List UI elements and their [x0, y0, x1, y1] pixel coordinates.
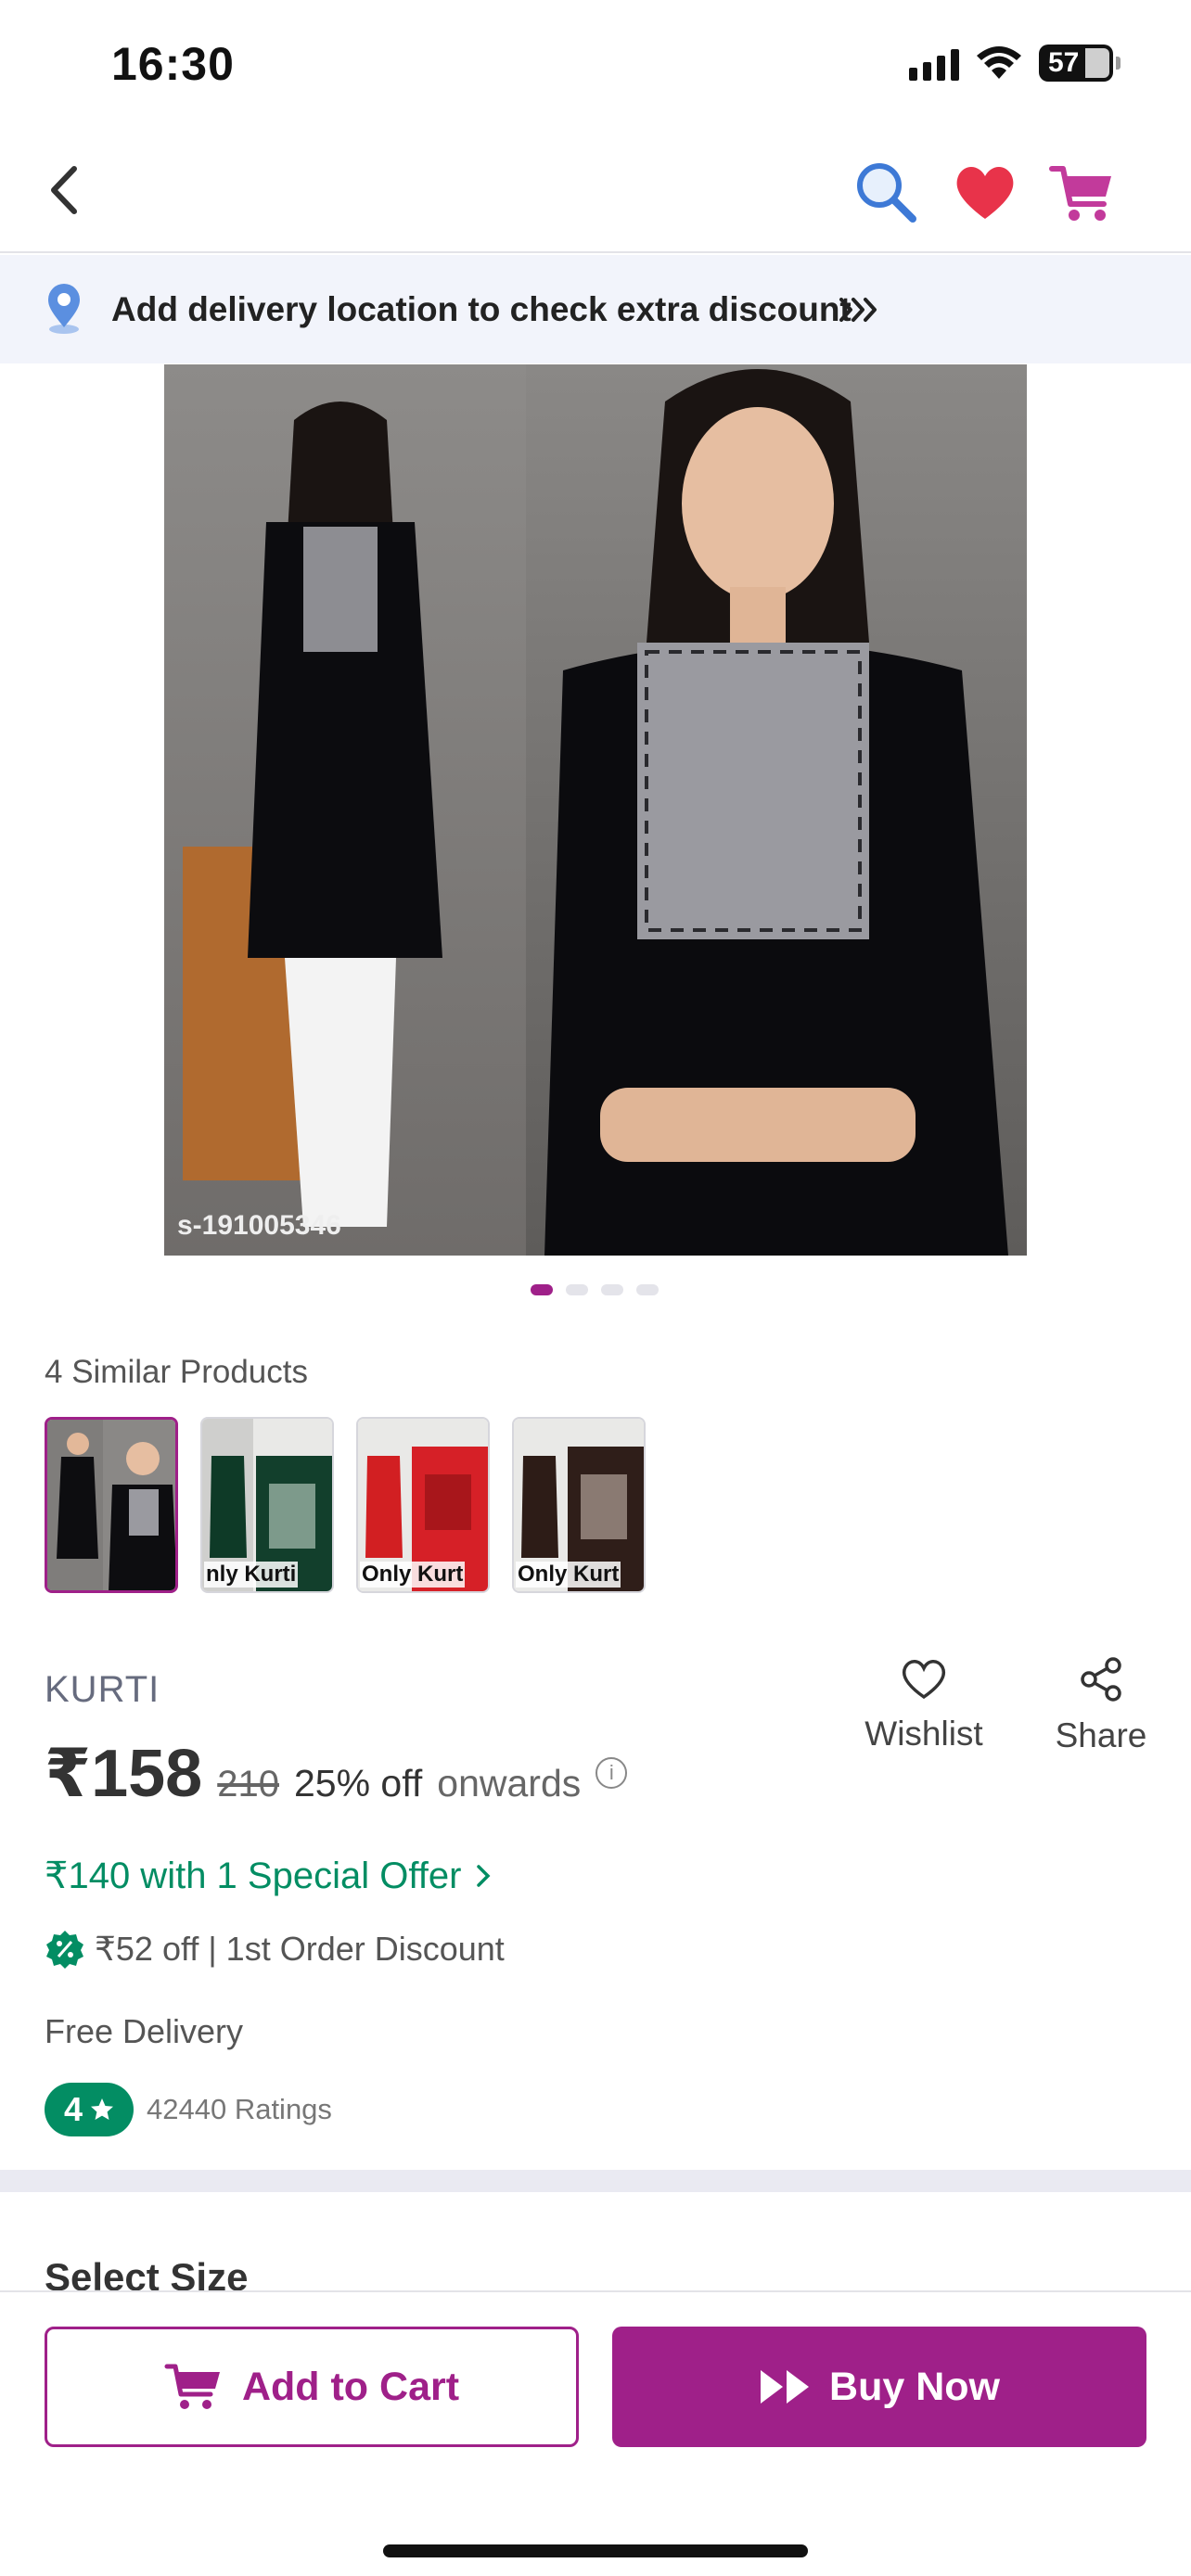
carousel-dot[interactable]	[566, 1284, 588, 1295]
info-icon[interactable]: i	[596, 1757, 628, 1789]
price-row: ₹158 210 25% off onwards i	[45, 1734, 628, 1812]
cart-icon	[164, 2364, 220, 2409]
discount-badge-icon	[46, 1931, 83, 1969]
product-category: KURTI	[45, 1669, 160, 1710]
carousel-dot[interactable]	[531, 1284, 553, 1295]
special-offer-link[interactable]: ₹140 with 1 Special Offer	[45, 1855, 493, 1897]
thumb-caption: nly Kurti	[204, 1562, 299, 1588]
cellular-signal-icon	[909, 45, 959, 81]
wishlist-label: Wishlist	[864, 1715, 983, 1753]
share-label: Share	[1055, 1716, 1147, 1754]
carousel-dot[interactable]	[601, 1284, 623, 1295]
similar-products-title: 4 Similar Products	[45, 1354, 308, 1390]
heart-outline-icon	[902, 1660, 946, 1700]
similar-products-list: nly Kurti Only Kurt Only Kurt	[45, 1417, 646, 1593]
star-icon	[91, 2098, 114, 2120]
add-to-cart-label: Add to Cart	[241, 2364, 460, 2409]
price-onwards: onwards	[437, 1762, 582, 1804]
chevron-right-icon	[477, 1865, 491, 1887]
similar-product-thumb[interactable]: Only Kurt	[512, 1417, 646, 1593]
carousel-dot[interactable]	[636, 1284, 659, 1295]
first-order-discount: ₹52 off | 1st Order Discount	[45, 1929, 505, 1970]
free-delivery-label: Free Delivery	[45, 2012, 244, 2050]
first-order-text: ₹52 off | 1st Order Discount	[95, 1930, 505, 1968]
similar-product-thumb[interactable]	[45, 1417, 178, 1593]
back-arrow-icon[interactable]	[37, 158, 93, 223]
location-banner-text: Add delivery location to check extra dis…	[111, 290, 852, 328]
buy-now-label: Buy Now	[829, 2364, 1000, 2409]
share-icon	[1081, 1657, 1121, 1702]
battery-level: 57	[1048, 47, 1080, 78]
double-chevron-right-icon	[839, 298, 877, 322]
section-divider	[0, 2170, 1191, 2192]
thumb-caption: Only Kurt	[516, 1562, 621, 1588]
fast-forward-icon	[761, 2370, 810, 2404]
status-time: 16:30	[111, 38, 235, 90]
product-photo-full	[164, 364, 526, 1256]
rating-value: 4	[63, 2090, 83, 2128]
discount-percent: 25% off	[293, 1762, 423, 1804]
similar-product-thumb[interactable]: nly Kurti	[200, 1417, 334, 1593]
rating-row[interactable]: 4 42440 Ratings	[45, 2083, 332, 2136]
thumb-caption: Only Kurt	[360, 1562, 466, 1588]
product-photo-closeup	[526, 364, 1027, 1256]
original-price: 210	[217, 1764, 279, 1804]
price: ₹158	[45, 1737, 203, 1811]
buy-now-button[interactable]: Buy Now	[612, 2327, 1146, 2447]
similar-product-thumb[interactable]: Only Kurt	[356, 1417, 490, 1593]
ratings-count: 42440 Ratings	[147, 2093, 332, 2125]
product-image[interactable]: s-191005346	[164, 364, 1027, 1256]
wishlist-heart-icon[interactable]	[950, 158, 1020, 228]
special-offer-text: ₹140 with 1 Special Offer	[45, 1855, 462, 1896]
carousel-dots	[531, 1284, 659, 1295]
app-header	[0, 130, 1191, 253]
status-bar: 16:30 57	[0, 0, 1191, 130]
add-to-cart-button[interactable]: Add to Cart	[45, 2327, 579, 2447]
cart-icon[interactable]	[1046, 158, 1117, 228]
location-pin-icon	[48, 284, 80, 334]
image-watermark: s-191005346	[177, 1210, 341, 1241]
wifi-icon	[977, 46, 1021, 79]
home-indicator	[383, 2544, 808, 2557]
share-button[interactable]: Share	[1048, 1656, 1154, 1755]
battery-icon: 57	[1039, 45, 1121, 82]
search-icon[interactable]	[852, 158, 922, 228]
status-icons: 57	[909, 45, 1121, 82]
rating-badge: 4	[45, 2083, 134, 2136]
bottom-action-bar: Add to Cart Buy Now	[0, 2290, 1191, 2576]
wishlist-button[interactable]: Wishlist	[857, 1656, 991, 1753]
delivery-location-banner[interactable]: Add delivery location to check extra dis…	[0, 255, 1191, 363]
